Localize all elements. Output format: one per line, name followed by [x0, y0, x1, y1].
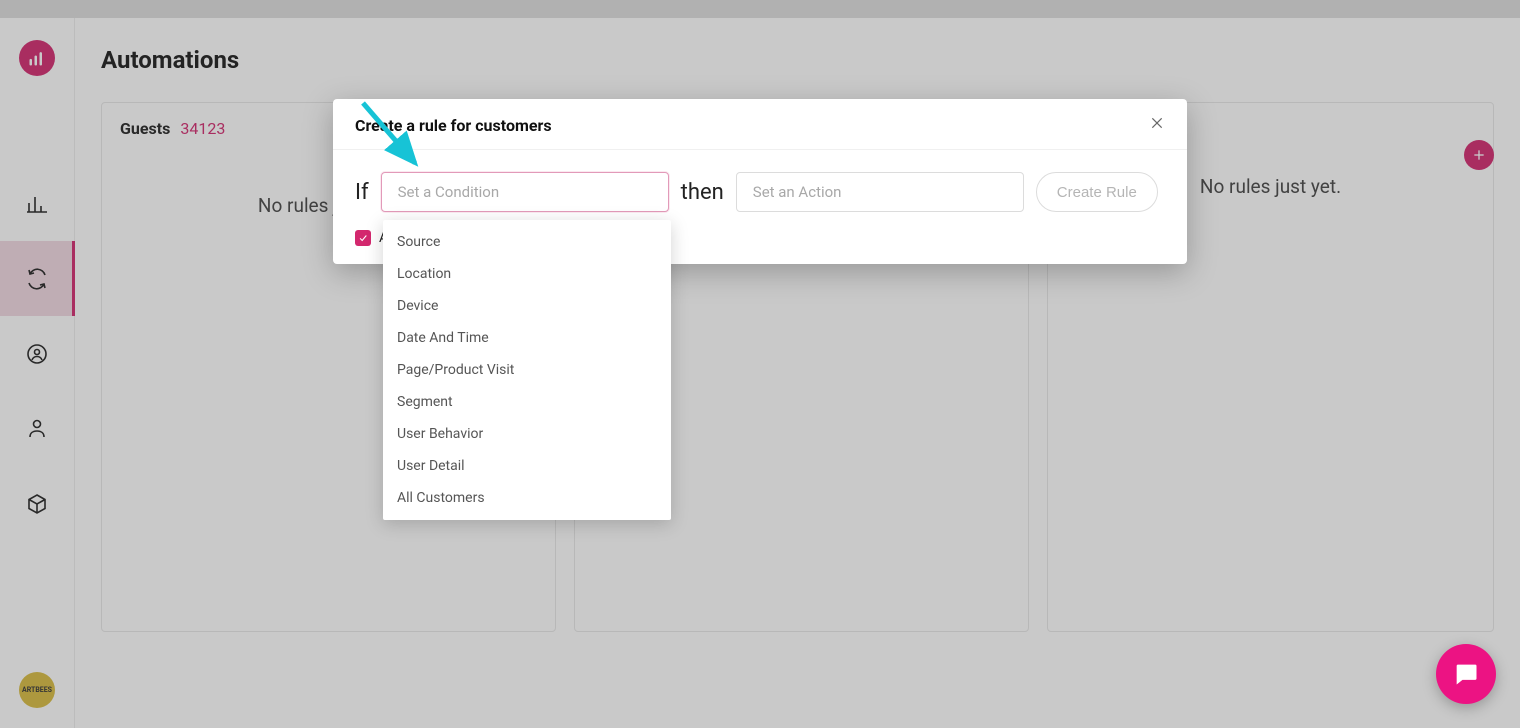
dropdown-item[interactable]: All Customers	[383, 482, 671, 514]
check-icon	[358, 233, 368, 243]
modal-title: Create a rule for customers	[355, 116, 552, 135]
dropdown-item[interactable]: Page/Product Visit	[383, 354, 671, 386]
action-input[interactable]: Set an Action	[736, 172, 1024, 212]
chat-launcher[interactable]	[1436, 644, 1496, 704]
apply-all-checkbox[interactable]	[355, 230, 371, 246]
then-label: then	[681, 180, 724, 205]
chat-icon	[1452, 660, 1480, 688]
action-placeholder: Set an Action	[753, 183, 842, 201]
dropdown-item[interactable]: Date And Time	[383, 322, 671, 354]
dropdown-item[interactable]: Source	[383, 226, 671, 258]
condition-input[interactable]: Set a Condition	[381, 172, 669, 212]
if-label: If	[355, 180, 369, 205]
dropdown-item[interactable]: Segment	[383, 386, 671, 418]
dropdown-item[interactable]: Device	[383, 290, 671, 322]
create-rule-button[interactable]: Create Rule	[1036, 172, 1158, 212]
dropdown-item[interactable]: User Behavior	[383, 418, 671, 450]
condition-placeholder: Set a Condition	[398, 183, 499, 201]
condition-dropdown: Source Location Device Date And Time Pag…	[383, 220, 671, 520]
modal-close-button[interactable]	[1149, 115, 1165, 135]
dropdown-item[interactable]: Location	[383, 258, 671, 290]
modal-header: Create a rule for customers	[333, 99, 1187, 150]
close-icon	[1149, 115, 1165, 131]
dropdown-item[interactable]: User Detail	[383, 450, 671, 482]
modal-body: If Set a Condition then Set an Action Cr…	[333, 150, 1187, 230]
